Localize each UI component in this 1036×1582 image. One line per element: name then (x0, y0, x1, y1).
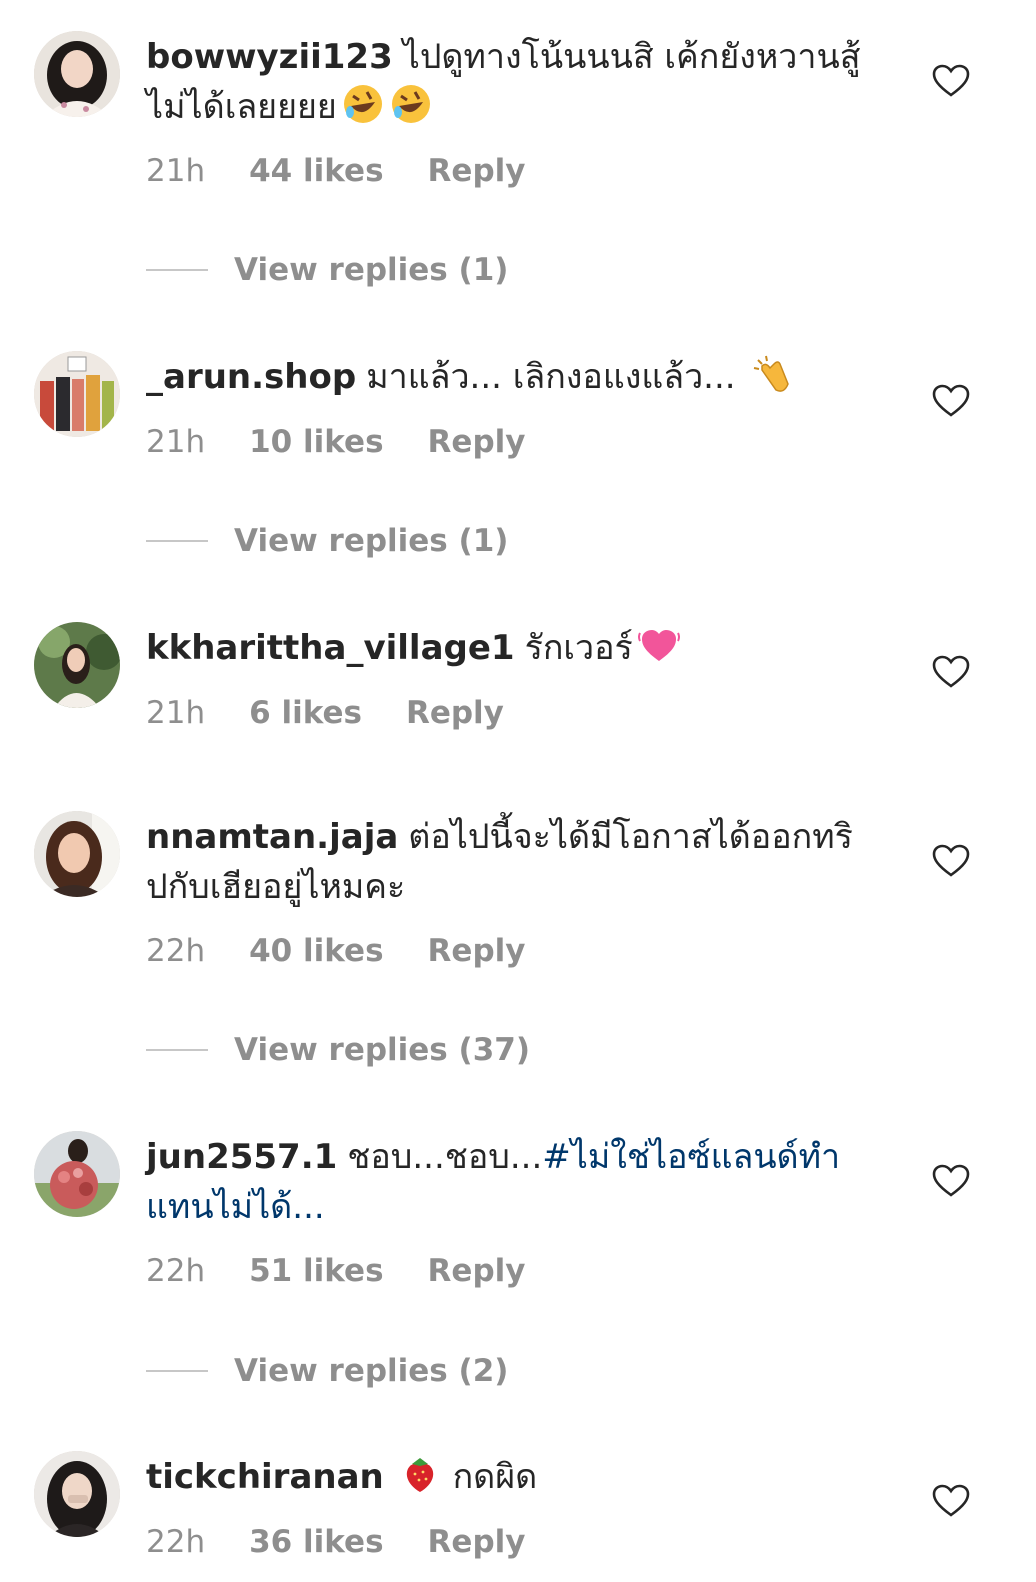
view-replies-label: View replies (1) (234, 252, 509, 288)
reply-button[interactable]: Reply (428, 1253, 526, 1289)
username[interactable]: jun2557.1 (146, 1137, 337, 1177)
comment-body: ชอบ...ชอบ... (347, 1137, 543, 1177)
reply-button[interactable]: Reply (428, 153, 526, 189)
likes-count[interactable]: 10 likes (249, 424, 383, 460)
timestamp: 22h (146, 933, 206, 969)
heart-outline-icon[interactable] (932, 1164, 970, 1198)
view-replies-button[interactable]: View replies (37) (146, 1030, 530, 1070)
comment-text: _arun.shop มาแล้ว... เลิกงอแงแล้ว... (146, 352, 886, 402)
view-replies-label: View replies (1) (234, 523, 509, 559)
comment-text: bowwyzii123 ไปดูทางโน้นนนสิ เค้กยังหวานสู… (146, 32, 886, 132)
avatar[interactable] (34, 1451, 120, 1537)
reply-button[interactable]: Reply (428, 933, 526, 969)
view-replies-button[interactable]: View replies (2) (146, 1351, 508, 1391)
comment-meta: 21h 44 likes Reply (146, 151, 569, 191)
heart-outline-icon[interactable] (932, 1484, 970, 1518)
comment-text: jun2557.1 ชอบ...ชอบ...#ไม่ใช่ไอซ์แลนด์ทำแ… (146, 1132, 886, 1232)
likes-count[interactable]: 44 likes (249, 153, 383, 189)
username[interactable]: bowwyzii123 (146, 37, 393, 77)
avatar[interactable] (34, 31, 120, 117)
avatar[interactable] (34, 351, 120, 437)
avatar[interactable] (34, 622, 120, 708)
view-replies-button[interactable]: View replies (1) (146, 250, 508, 290)
heart-emoji (637, 630, 680, 661)
likes-count[interactable]: 6 likes (249, 695, 362, 731)
username[interactable]: nnamtan.jaja (146, 817, 398, 857)
timestamp: 22h (146, 1524, 206, 1560)
rofl-emoji (391, 85, 430, 123)
comment-body: รักเวอร์ (524, 628, 633, 668)
rofl-emoji (343, 85, 382, 123)
heart-outline-icon[interactable] (932, 384, 970, 418)
likes-count[interactable]: 36 likes (249, 1524, 383, 1560)
timestamp: 21h (146, 153, 206, 189)
username[interactable]: _arun.shop (146, 357, 356, 397)
comment-text: tickchiranan กดผิด (146, 1452, 886, 1502)
comment-text: nnamtan.jaja ต่อไปนี้จะได้มีโอกาสได้ออกทร… (146, 812, 886, 912)
heart-outline-icon[interactable] (932, 655, 970, 689)
likes-count[interactable]: 51 likes (249, 1253, 383, 1289)
clapping-hands-emoji (754, 355, 790, 392)
timestamp: 22h (146, 1253, 206, 1289)
comment-body: กดผิด (452, 1457, 538, 1497)
reply-button[interactable]: Reply (428, 1524, 526, 1560)
comment-meta: 21h 10 likes Reply (146, 422, 569, 462)
view-replies-label: View replies (37) (234, 1032, 531, 1068)
likes-count[interactable]: 40 likes (249, 933, 383, 969)
view-replies-button[interactable]: View replies (1) (146, 521, 508, 561)
divider (146, 268, 208, 271)
comment-body: มาแล้ว... เลิกงอแงแล้ว... (366, 357, 736, 397)
comment-meta: 22h 36 likes Reply (146, 1522, 569, 1562)
divider (146, 1048, 208, 1051)
reply-button[interactable]: Reply (428, 424, 526, 460)
divider (146, 1369, 208, 1372)
heart-outline-icon[interactable] (932, 844, 970, 878)
comment-meta: 22h 40 likes Reply (146, 931, 569, 971)
avatar[interactable] (34, 811, 120, 897)
comment-meta: 22h 51 likes Reply (146, 1251, 569, 1291)
timestamp: 21h (146, 424, 206, 460)
username[interactable]: kkharittha_village1 (146, 628, 515, 668)
view-replies-label: View replies (2) (234, 1353, 509, 1389)
comment-meta: 21h 6 likes Reply (146, 693, 548, 733)
comment-text: kkharittha_village1 รักเวอร์ (146, 623, 886, 673)
divider (146, 539, 208, 542)
heart-outline-icon[interactable] (932, 64, 970, 98)
avatar[interactable] (34, 1131, 120, 1217)
reply-button[interactable]: Reply (406, 695, 504, 731)
strawberry-emoji (406, 1458, 433, 1492)
timestamp: 21h (146, 695, 206, 731)
username[interactable]: tickchiranan (146, 1457, 384, 1497)
